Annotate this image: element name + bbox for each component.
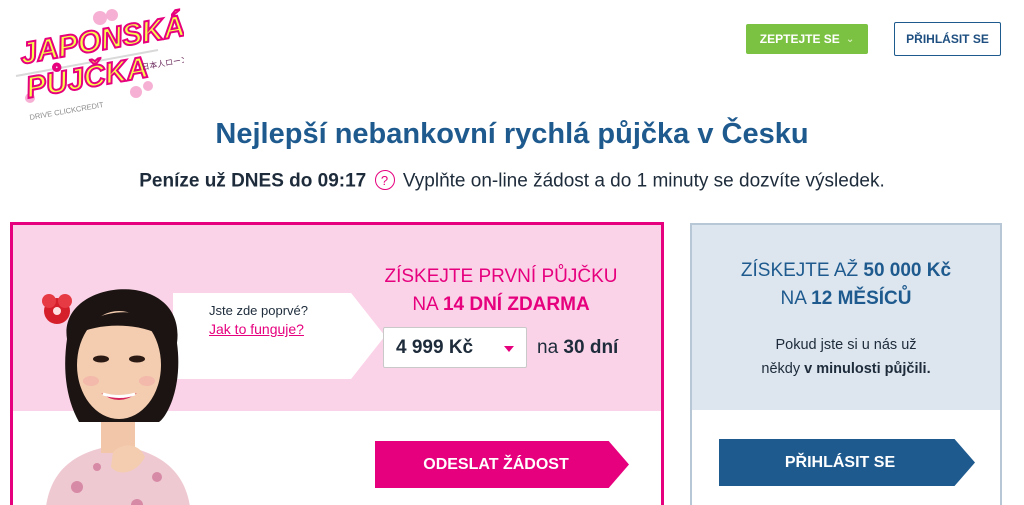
money-today-text: Peníze už DNES do 09:17	[139, 170, 367, 192]
returning-title-line2: NA 12 MĚSÍCŮ	[780, 288, 912, 309]
free-days-text: 14 DNÍ ZDARMA	[442, 294, 590, 315]
returning-title-line1: ZÍSKEJTE AŽ 50 000 Kč	[740, 260, 952, 281]
first-loan-title: ZÍSKEJTE PRVNÍ PŮJČKU NA 14 DNÍ ZDARMA	[351, 263, 651, 319]
loan-amount-value: 4 999 Kč	[396, 336, 474, 358]
customer-login-label: PŘIHLÁSIT SE	[784, 453, 896, 471]
woman-photo	[42, 289, 190, 505]
logo-japanese: 日本人ローン	[141, 54, 184, 72]
chevron-down-icon: ⌄	[845, 33, 855, 45]
returning-customer-panel	[692, 225, 1000, 410]
first-loan-card: Jste zde poprvé? Jak to funguje? ZÍSKEJT…	[10, 222, 664, 505]
returning-customer-title: ZÍSKEJTE AŽ 50 000 Kč NA 12 MĚSÍCŮ	[692, 257, 1000, 313]
logo-graphic: JAPONSKÁ PŮJČKA 日本人ローン DRIVE CLICKCREDIT	[15, 7, 189, 122]
loan-period-value: 30 dní	[563, 337, 619, 358]
first-time-question: Jste zde poprvé?	[209, 303, 309, 318]
application-info-text: Vyplňte on-line žádost a do 1 minuty se …	[402, 170, 885, 192]
submit-application-label: ODESLAT ŽÁDOST	[423, 455, 569, 473]
loan-period: na 30 dní	[537, 337, 619, 358]
page-title: Nejlepší nebankovní rychlá půjčka v Česk…	[215, 118, 809, 150]
loan-amount-select[interactable]: 4 999 Kč	[383, 327, 527, 368]
header-login-button[interactable]: PŘIHLÁSIT SE	[894, 22, 1001, 56]
returning-customer-description: Pokud jste si u nás už někdy v minulosti…	[761, 337, 931, 377]
submit-application-button[interactable]: ODESLAT ŽÁDOST	[375, 441, 629, 488]
ask-us-button[interactable]: ZEPTEJTE SE ⌄	[746, 24, 868, 54]
help-icon[interactable]: ?	[374, 170, 395, 190]
logo[interactable]: JAPONSKÁ PŮJČKA 日本人ローン DRIVE CLICKCREDIT	[8, 6, 189, 126]
max-term-text: 12 MĚSÍCŮ	[811, 288, 912, 309]
first-loan-title-line2: NA 14 DNÍ ZDARMA	[412, 294, 590, 315]
header-login-label: PŘIHLÁSIT SE	[906, 32, 989, 46]
hair-flower-icon	[42, 294, 72, 324]
hero-subtitle: Peníze už DNES do 09:17 ? Vyplňte on-lin…	[0, 170, 1024, 193]
max-amount-text: 50 000 Kč	[863, 260, 952, 281]
ask-us-label: ZEPTEJTE SE	[759, 32, 840, 46]
first-loan-title-line1: ZÍSKEJTE PRVNÍ PŮJČKU	[384, 266, 618, 287]
returning-customer-card: ZÍSKEJTE AŽ 50 000 Kč NA 12 MĚSÍCŮ Pokud…	[690, 223, 1002, 505]
customer-login-button[interactable]: PŘIHLÁSIT SE	[719, 439, 975, 486]
how-it-works-link[interactable]: Jak to funguje?	[209, 321, 304, 337]
caret-down-icon	[504, 346, 514, 352]
